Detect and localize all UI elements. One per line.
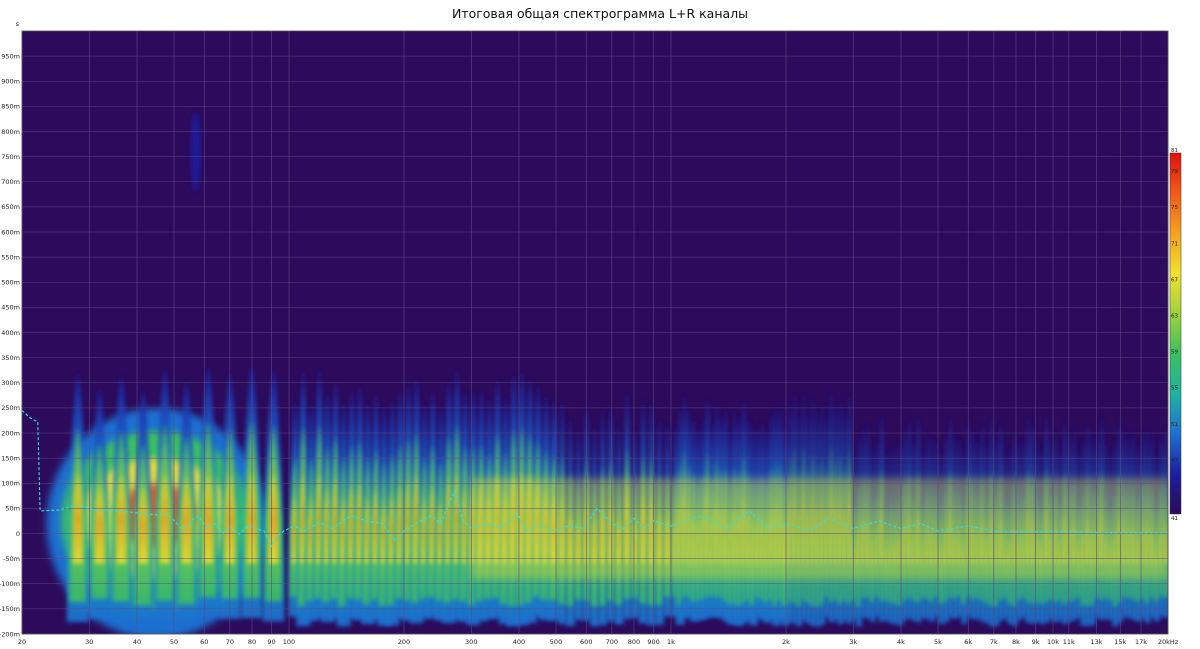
x-tick-label: 7k: [990, 638, 998, 646]
x-tick-label: 40: [133, 638, 141, 646]
plot-area: [21, 31, 1169, 635]
colorbar-label: 75: [1171, 205, 1178, 211]
x-tick-label: 100: [283, 638, 295, 646]
y-tick-label: 350m: [1, 354, 20, 362]
y-tick-label: -100m: [0, 580, 20, 588]
colorbar-label: 71: [1171, 241, 1178, 247]
colorbar-label: 81: [1171, 148, 1178, 154]
x-tick-label: 50: [170, 638, 178, 646]
y-tick-label: 150m: [1, 454, 20, 462]
colorbar-label: 59: [1171, 350, 1178, 356]
x-tick-label: 300: [465, 638, 477, 646]
x-tick-label: 900: [647, 638, 659, 646]
x-tick-label: 800: [628, 638, 640, 646]
x-tick-label: 20: [18, 638, 26, 646]
y-tick-label: -150m: [0, 605, 20, 613]
x-tick-label: 6k: [964, 638, 972, 646]
y-tick-label: 750m: [1, 153, 20, 161]
x-tick-label: 3k: [849, 638, 857, 646]
y-tick-label: 800m: [1, 128, 20, 136]
x-tick-label: 700: [606, 638, 618, 646]
x-tick-label: 9k: [1032, 638, 1040, 646]
x-tick-label: 60: [200, 638, 208, 646]
x-tick-label: 15k: [1114, 638, 1126, 646]
x-tick-label: 8k: [1012, 638, 1020, 646]
y-tick-label: 600m: [1, 228, 20, 236]
x-tick-label: 400: [513, 638, 525, 646]
x-tick-label: 500: [550, 638, 562, 646]
colorbar-label: 63: [1171, 313, 1178, 319]
y-tick-label: 300m: [1, 379, 20, 387]
x-tick-label: 17k: [1135, 638, 1147, 646]
y-tick-label: -200m: [0, 630, 20, 638]
y-tick-label: 200m: [1, 429, 20, 437]
colorbar-label: 47: [1171, 458, 1178, 464]
x-tick-label: 1k: [667, 638, 675, 646]
y-tick-label: 950m: [1, 52, 20, 60]
x-tick-label: 10k: [1047, 638, 1059, 646]
x-tick-label: 20kHz: [1158, 638, 1179, 646]
colorbar-label: 43: [1171, 494, 1178, 500]
y-tick-label: 450m: [1, 304, 20, 312]
colorbar-label: 41: [1171, 516, 1178, 522]
late-reflection-blob: [190, 111, 201, 192]
y-tick-label: 100m: [1, 480, 20, 488]
y-tick-label: 900m: [1, 78, 20, 86]
colorbar-label: 51: [1171, 422, 1178, 428]
colorbar: 81 79 75 71 67 63 59 55 51 47 43 41: [1169, 148, 1182, 522]
y-tick-label: 500m: [1, 279, 20, 287]
colorbar-label: 55: [1171, 386, 1178, 392]
y-tick-label: 650m: [1, 203, 20, 211]
x-tick-label: 2k: [782, 638, 790, 646]
y-tick-label: -50m: [3, 555, 20, 563]
y-tick-label: 700m: [1, 178, 20, 186]
x-tick-label: 11k: [1063, 638, 1075, 646]
x-tick-label: 600: [580, 638, 592, 646]
y-tick-label: 50m: [5, 505, 20, 513]
warm-band: [471, 478, 1168, 579]
x-tick-label: 4k: [897, 638, 905, 646]
x-tick-label: 90: [267, 638, 275, 646]
x-tick-label: 13k: [1091, 638, 1103, 646]
colorbar-label: 79: [1171, 169, 1178, 175]
x-tick-label: 30: [85, 638, 93, 646]
x-tick-label: 5k: [934, 638, 942, 646]
y-tick-label: 850m: [1, 103, 20, 111]
x-tick-label: 200: [398, 638, 410, 646]
spectrogram-chart: s 20 30 40 50 60 70 80 90 100 200 300 400 500 600 700 80…: [0, 20, 1182, 646]
x-tick-label: 70: [226, 638, 234, 646]
y-tick-label: 400m: [1, 329, 20, 337]
y-tick-label: 250m: [1, 404, 20, 412]
colorbar-label: 67: [1171, 277, 1178, 283]
x-tick-label: 80: [248, 638, 256, 646]
y-tick-label: 0: [16, 530, 20, 538]
y-unit-label: s: [16, 20, 20, 28]
y-tick-label: 550m: [1, 253, 20, 261]
